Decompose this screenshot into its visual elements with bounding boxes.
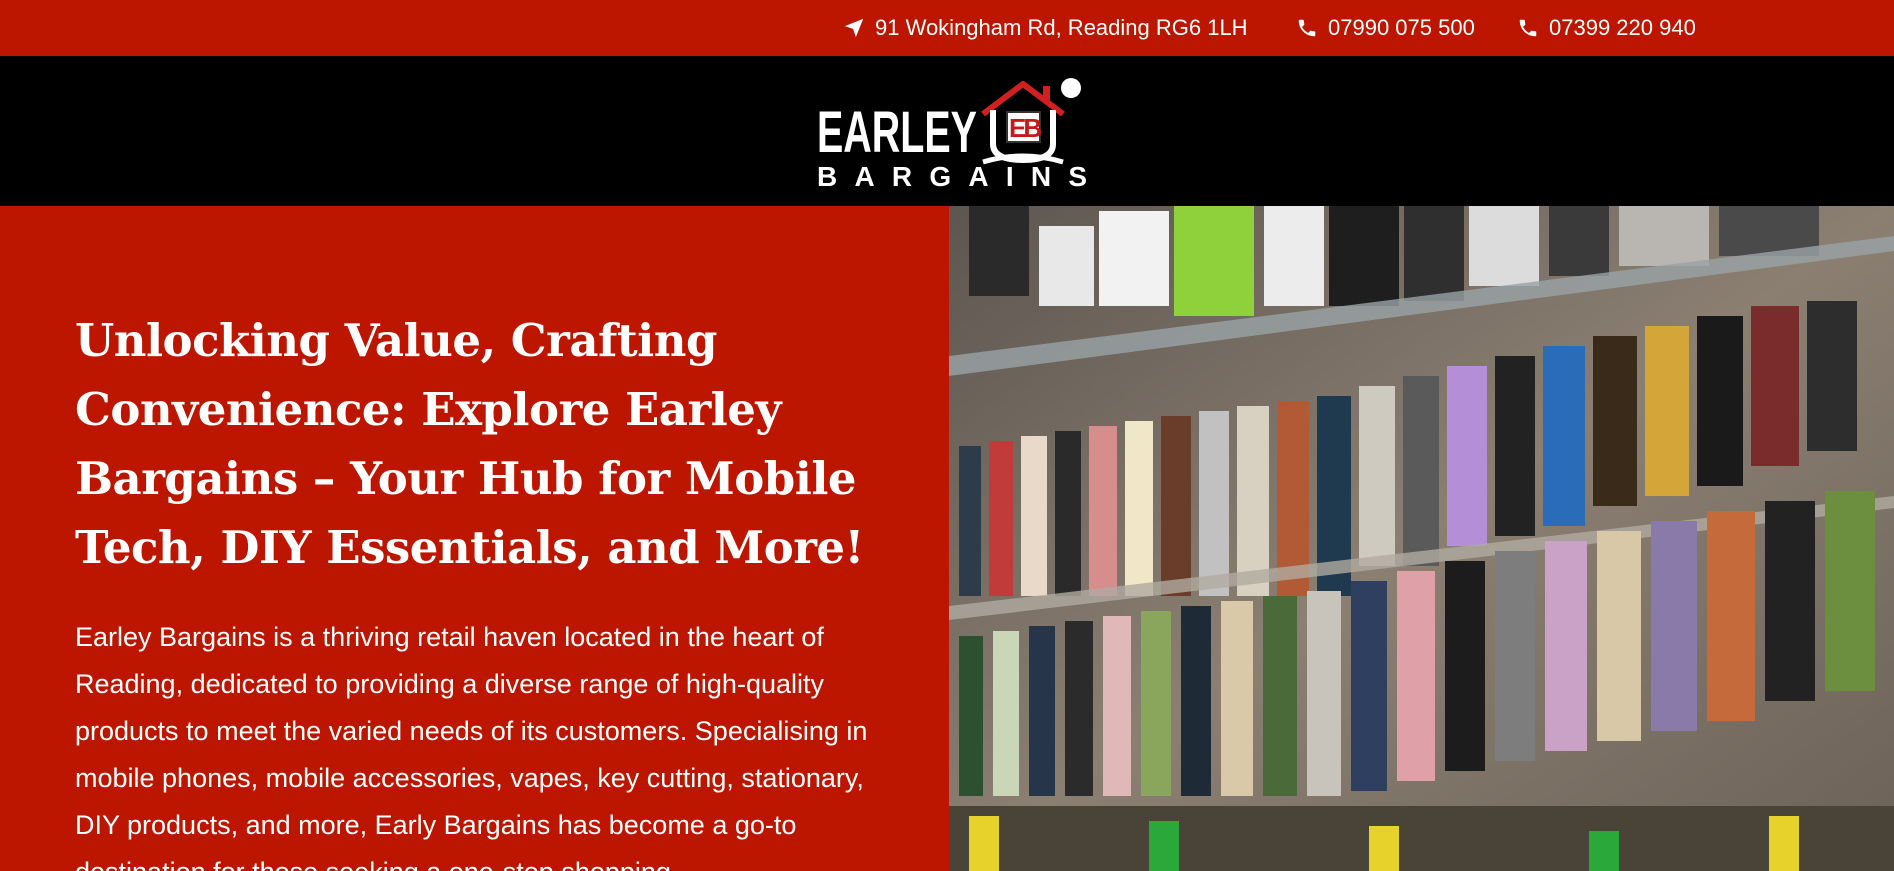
location-arrow-icon [844,18,864,38]
phone-text-1: 07990 075 500 [1328,15,1475,40]
phone-icon [1519,19,1537,37]
top-contact-bar: 91 Wokingham Rd, Reading RG6 1LH 07990 0… [0,0,1894,56]
hero-title: Unlocking Value, Crafting Convenience: E… [75,314,864,574]
hero-description: Earley Bargains is a thriving retail hav… [75,622,868,871]
hero-text-panel: Unlocking Value, Crafting Convenience: E… [0,206,949,871]
address-text: 91 Wokingham Rd, Reading RG6 1LH [875,15,1248,40]
logo-word-bargains: BARGAINS [817,161,1087,190]
phone-icon [1298,19,1316,37]
phone-text-2: 07399 220 940 [1549,15,1696,40]
store-shelf-photo [949,206,1894,871]
logo-monogram: EB [1009,113,1041,143]
phone-link-2[interactable]: 07399 220 940 [1517,0,1696,56]
earley-bargains-logo[interactable]: EARLEY BARGAINS EB [815,74,1091,190]
phone-link-1[interactable]: 07990 075 500 [1296,0,1475,56]
phone-case-wall-image [949,206,1894,871]
site-header: EARLEY BARGAINS EB [0,56,1894,206]
address-link[interactable]: 91 Wokingham Rd, Reading RG6 1LH [843,0,1248,56]
logo-word-earley: EARLEY [817,100,977,165]
